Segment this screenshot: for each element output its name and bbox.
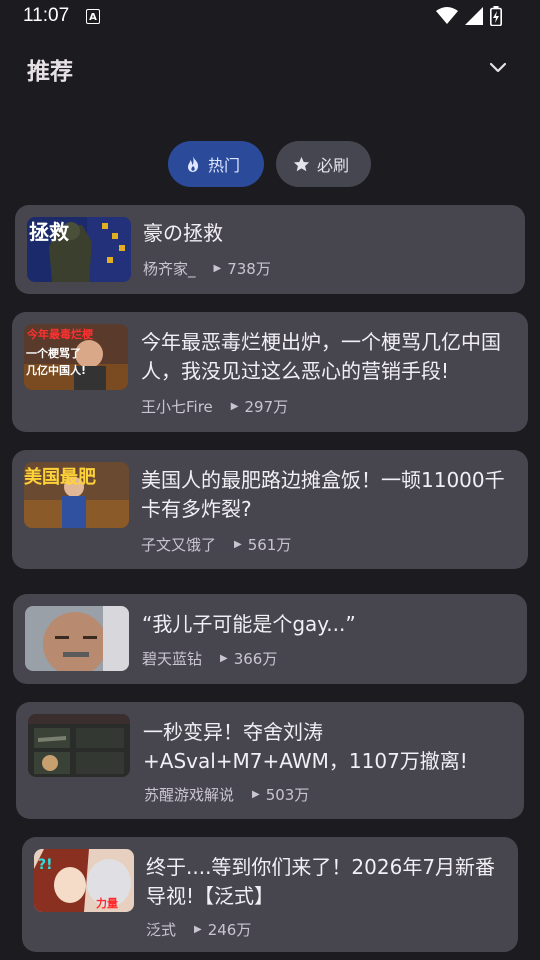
status-time: 11:07 (23, 5, 70, 26)
video-meta: 碧天蓝钻 ▶ 366万 (142, 648, 277, 669)
status-bar: 11:07 A (0, 0, 540, 34)
svg-text:?!: ?! (38, 857, 53, 873)
thumbnail-text: 美国最肥 (24, 466, 96, 488)
status-icons (436, 6, 502, 26)
video-thumbnail: ?! 力量 (34, 849, 134, 912)
thumbnail-text: 今年最毒烂梗 (26, 327, 94, 341)
video-views: 738万 (227, 260, 271, 278)
video-thumbnail: 今年最毒烂梗 一个梗骂了 几亿中国人! (24, 324, 128, 390)
video-author: 泛式 (146, 921, 177, 939)
video-views: 561万 (247, 536, 292, 554)
chip-must-watch[interactable]: 必刷 (276, 141, 371, 187)
play-icon: ▶ (213, 263, 222, 274)
category-chips: 热门 必刷 (168, 141, 371, 187)
header: 推荐 (0, 46, 540, 90)
signal-icon (465, 7, 483, 25)
video-card[interactable]: 今年最毒烂梗 一个梗骂了 几亿中国人! 今年最恶毒烂梗出炉，一个梗骂几亿中国人，… (12, 312, 528, 432)
video-title: 今年最恶毒烂梗出炉，一个梗骂几亿中国人，我没见过这么恶心的营销手段! (141, 330, 501, 383)
chip-must-label: 必刷 (317, 156, 350, 175)
video-title: 一秒变异！夺舍刘涛+ASval+M7+AWM，1107万撤离! (143, 720, 468, 773)
video-meta: 苏醒游戏解说 ▶ 503万 (144, 784, 309, 805)
play-icon: ▶ (230, 401, 239, 412)
video-card[interactable]: 拯救 豪の拯救 杨齐家_ ▶ 738万 (15, 205, 525, 294)
video-meta: 王小七Fire ▶ 297万 (141, 396, 288, 417)
notification-a-icon: A (86, 9, 100, 24)
play-icon: ▶ (234, 539, 242, 550)
play-icon: ▶ (194, 924, 202, 935)
video-card[interactable]: 美国最肥 美国人的最肥路边摊盒饭！一顿11000千卡有多炸裂? 子文又饿了 ▶ … (12, 450, 528, 569)
thumbnail-text: 力量 (96, 896, 118, 910)
video-views: 366万 (233, 650, 278, 668)
video-thumbnail (28, 714, 130, 777)
flame-icon (188, 156, 199, 172)
video-author: 子文又饿了 (141, 536, 217, 554)
thumbnail-text: 一个梗骂了 (26, 346, 81, 360)
page-title: 推荐 (27, 59, 73, 85)
video-title: 豪の拯救 (143, 221, 223, 245)
video-title: 终于....等到你们来了！2026年7月新番导视!【泛式】 (146, 855, 496, 908)
play-icon: ▶ (252, 789, 260, 800)
star-icon (293, 156, 310, 171)
thumbnail-text: 拯救 (29, 220, 69, 244)
thumbnail-text: 几亿中国人! (26, 363, 86, 377)
video-thumbnail: 拯救 (27, 217, 131, 282)
video-views: 297万 (244, 398, 289, 416)
video-title: 美国人的最肥路边摊盒饭！一顿11000千卡有多炸裂? (141, 468, 505, 521)
video-meta: 子文又饿了 ▶ 561万 (141, 534, 291, 555)
video-card[interactable]: ?! 力量 终于....等到你们来了！2026年7月新番导视!【泛式】 泛式 ▶… (22, 837, 518, 952)
video-thumbnail: 美国最肥 (24, 462, 129, 528)
video-author: 王小七Fire (141, 398, 213, 416)
chevron-down-icon[interactable] (488, 58, 508, 78)
video-author: 杨齐家_ (143, 260, 196, 278)
video-thumbnail (25, 606, 129, 671)
video-author: 苏醒游戏解说 (144, 786, 235, 804)
video-card[interactable]: “我儿子可能是个gay...” 碧天蓝钻 ▶ 366万 (13, 594, 527, 684)
chip-hot-label: 热门 (208, 156, 241, 175)
play-icon: ▶ (220, 653, 228, 664)
wifi-icon (436, 7, 458, 24)
battery-icon (490, 6, 502, 26)
chip-hot[interactable]: 热门 (168, 141, 264, 187)
video-views: 503万 (265, 786, 310, 804)
video-card[interactable]: 一秒变异！夺舍刘涛+ASval+M7+AWM，1107万撤离! 苏醒游戏解说 ▶… (16, 702, 524, 819)
video-meta: 泛式 ▶ 246万 (146, 919, 251, 940)
video-title: “我儿子可能是个gay...” (142, 612, 356, 636)
video-meta: 杨齐家_ ▶ 738万 (143, 258, 271, 279)
video-author: 碧天蓝钻 (142, 650, 203, 668)
video-views: 246万 (207, 921, 252, 939)
